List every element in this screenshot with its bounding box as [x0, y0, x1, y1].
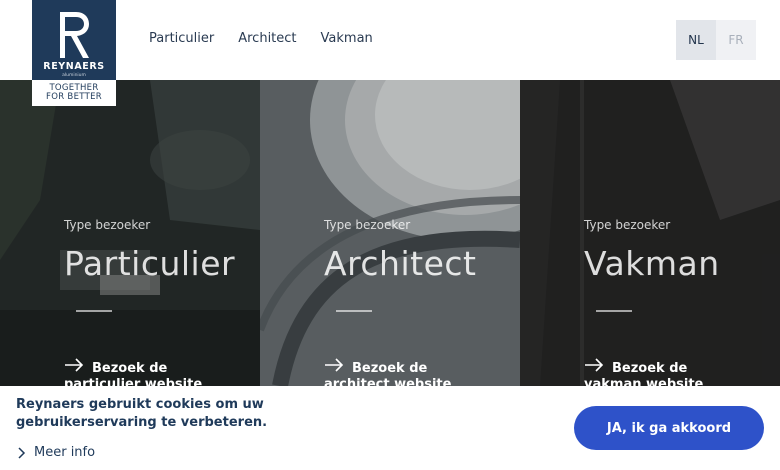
panel-divider [596, 310, 632, 312]
cookie-message: Reynaers gebruikt cookies om uw gebruike… [16, 397, 268, 430]
panel-particulier[interactable]: Type bezoeker Particulier Bezoek de parti… [0, 80, 260, 386]
nav-item-vakman[interactable]: Vakman [321, 31, 373, 46]
panel-type-label: Type bezoeker [64, 218, 151, 232]
visit-architect-link[interactable]: Bezoek de architect website [324, 358, 451, 386]
arrow-right-icon [325, 358, 344, 372]
link-line-2: architect website [324, 377, 452, 386]
more-info-link[interactable]: Meer info [16, 445, 95, 460]
link-line-2: vakman website [584, 377, 704, 386]
nav-item-particulier[interactable]: Particulier [149, 31, 214, 46]
panel-overlay [260, 80, 520, 386]
visit-particulier-link[interactable]: Bezoek de particulier website [64, 358, 202, 386]
arrow-right-icon [65, 358, 84, 372]
panel-title: Particulier [64, 244, 236, 283]
panel-divider [76, 310, 112, 312]
link-line-1: Bezoek de [612, 361, 688, 376]
language-nl[interactable]: NL [676, 20, 716, 60]
language-switcher: NL FR [676, 20, 756, 60]
panel-vakman[interactable]: Type bezoeker Vakman Bezoek de vakman web… [520, 80, 780, 386]
panel-type-label: Type bezoeker [584, 218, 671, 232]
brand-tagline: TOGETHER FOR BETTER [32, 80, 116, 106]
reynaers-logo[interactable]: REYNAERS aluminium TOGETHER FOR BETTER [32, 0, 116, 106]
panel-title: Vakman [584, 244, 720, 283]
panel-divider [336, 310, 372, 312]
tagline-line-2: FOR BETTER [46, 92, 102, 102]
site-header: Particulier Architect Vakman NL FR [0, 0, 780, 80]
arrow-right-icon [585, 358, 604, 372]
language-fr[interactable]: FR [716, 20, 756, 60]
chevron-right-icon [18, 446, 26, 459]
accept-cookies-button[interactable]: JA, ik ga akkoord [574, 406, 764, 450]
link-line-2: particulier website [64, 377, 203, 386]
reynaers-r-icon [60, 12, 89, 58]
visit-vakman-link[interactable]: Bezoek de vakman website [584, 358, 703, 386]
panel-architect[interactable]: Type bezoeker Architect Bezoek de archite… [260, 80, 520, 386]
panel-overlay [0, 80, 260, 386]
nav-item-architect[interactable]: Architect [238, 31, 296, 46]
brand-sub: aluminium [62, 73, 86, 78]
brand-name: REYNAERS [43, 61, 105, 72]
cookie-banner: Reynaers gebruikt cookies om uw gebruike… [0, 386, 780, 470]
main-nav: Particulier Architect Vakman [149, 31, 373, 46]
link-line-1: Bezoek de [92, 361, 168, 376]
link-line-1: Bezoek de [352, 361, 428, 376]
panel-title: Architect [324, 244, 477, 283]
panel-type-label: Type bezoeker [324, 218, 411, 232]
panel-overlay [520, 80, 780, 386]
more-info-label: Meer info [34, 445, 96, 460]
